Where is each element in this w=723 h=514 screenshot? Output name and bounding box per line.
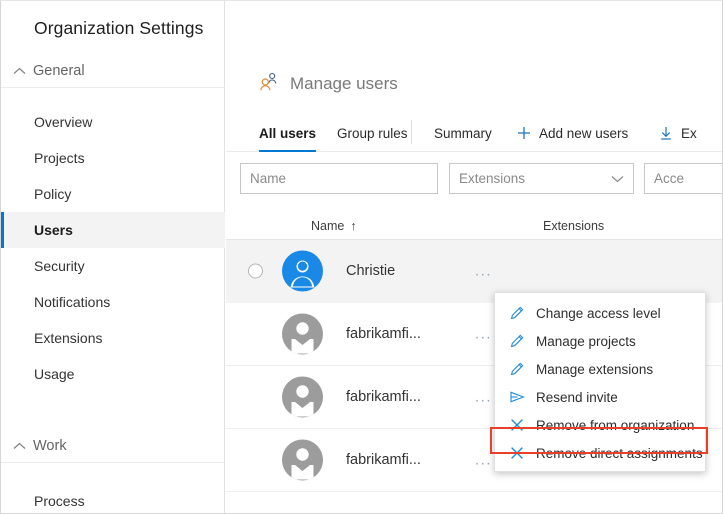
row-name: fabrikamfi... — [346, 389, 421, 405]
sidebar-item-security[interactable]: Security — [1, 248, 225, 284]
command-label: Add new users — [539, 126, 628, 141]
context-menu: Change access level Manage projects Mana… — [494, 292, 706, 472]
command-label: Summary — [434, 126, 492, 141]
plus-icon — [516, 126, 532, 140]
command-label: Ex — [681, 126, 697, 141]
row-name: fabrikamfi... — [346, 452, 421, 468]
sidebar: Organization Settings General Overview P… — [1, 1, 225, 514]
sidebar-item-label: Projects — [34, 150, 85, 166]
sidebar-item-label: Usage — [34, 366, 74, 382]
close-x-icon — [509, 418, 525, 432]
sidebar-item-notifications[interactable]: Notifications — [1, 284, 225, 320]
column-header-name[interactable]: Name ↑ — [311, 212, 357, 240]
sidebar-group-work[interactable]: Work — [1, 429, 225, 463]
sidebar-item-usage[interactable]: Usage — [1, 356, 225, 392]
menu-item-manage-extensions[interactable]: Manage extensions — [495, 355, 705, 383]
sidebar-item-label: Users — [34, 222, 73, 238]
toolbar-divider — [411, 120, 412, 144]
sidebar-item-policy[interactable]: Policy — [1, 176, 225, 212]
sidebar-item-overview[interactable]: Overview — [1, 104, 225, 140]
sidebar-item-label: Overview — [34, 114, 92, 130]
menu-item-resend-invite[interactable]: Resend invite — [495, 383, 705, 411]
sidebar-item-label: Process — [34, 493, 85, 509]
sidebar-item-users[interactable]: Users — [1, 212, 225, 248]
menu-item-manage-projects[interactable]: Manage projects — [495, 327, 705, 355]
tab-label: Group rules — [337, 126, 408, 141]
row-more-actions[interactable]: ... — [475, 452, 492, 469]
page-title: Organization Settings — [34, 18, 203, 39]
menu-item-label: Change access level — [536, 306, 661, 321]
person-gray-icon — [282, 377, 323, 418]
sidebar-group-general[interactable]: General — [1, 54, 225, 88]
sidebar-item-projects[interactable]: Projects — [1, 140, 225, 176]
manage-users-title: Manage users — [290, 74, 398, 94]
menu-item-label: Manage extensions — [536, 362, 653, 377]
tab-group-rules[interactable]: Group rules — [337, 114, 408, 152]
extensions-filter-select[interactable]: Extensions — [449, 163, 634, 194]
row-more-actions[interactable]: ... — [475, 389, 492, 406]
tab-label: All users — [259, 126, 316, 141]
column-label: Name — [311, 219, 344, 233]
column-label: Extensions — [543, 219, 604, 233]
menu-item-label: Manage projects — [536, 334, 636, 349]
chevron-down-icon — [611, 175, 624, 183]
summary-button[interactable]: Summary — [434, 114, 492, 152]
row-name: fabrikamfi... — [346, 326, 421, 342]
pencil-icon — [509, 306, 525, 320]
search-input[interactable]: Name — [240, 163, 438, 194]
send-icon — [509, 391, 525, 403]
sidebar-item-process[interactable]: Process — [1, 483, 225, 514]
row-more-actions[interactable]: ... — [475, 263, 492, 280]
sidebar-item-label: Policy — [34, 186, 71, 202]
close-x-icon — [509, 446, 525, 460]
menu-item-remove-direct-assignments[interactable]: Remove direct assignments — [495, 439, 705, 467]
filter-bar: Name Extensions Acce — [226, 163, 723, 199]
app-window: Organization Settings General Overview P… — [0, 0, 723, 514]
sidebar-group-label: Work — [33, 438, 67, 454]
pencil-icon — [509, 362, 525, 376]
search-input-placeholder: Name — [250, 171, 286, 186]
chevron-up-icon — [1, 442, 33, 450]
sidebar-item-extensions[interactable]: Extensions — [1, 320, 225, 356]
sidebar-group-label: General — [33, 63, 85, 79]
export-button[interactable]: Ex — [658, 114, 697, 152]
sidebar-item-label: Extensions — [34, 330, 102, 346]
row-more-actions[interactable]: ... — [475, 326, 492, 343]
row-name: Christie — [346, 263, 395, 279]
toolbar: All users Group rules Summary Add new us… — [226, 114, 723, 152]
sidebar-item-label: Security — [34, 258, 85, 274]
people-icon — [259, 71, 279, 96]
row-radio[interactable] — [248, 264, 263, 279]
add-new-users-button[interactable]: Add new users — [516, 114, 628, 152]
manage-users-heading: Manage users — [259, 71, 398, 96]
sidebar-item-label: Notifications — [34, 294, 110, 310]
access-level-filter-select[interactable]: Acce — [644, 163, 723, 194]
table-header: Name ↑ Extensions — [226, 212, 723, 240]
menu-item-label: Remove from organization — [536, 418, 694, 433]
access-level-filter-value: Acce — [654, 171, 684, 186]
menu-item-label: Resend invite — [536, 390, 618, 405]
menu-item-change-access-level[interactable]: Change access level — [495, 299, 705, 327]
sort-ascending-icon: ↑ — [350, 219, 356, 233]
column-header-extensions[interactable]: Extensions — [543, 212, 604, 240]
download-icon — [658, 126, 674, 141]
tab-all-users[interactable]: All users — [259, 114, 316, 152]
chevron-up-icon — [1, 67, 33, 75]
person-blue-icon — [282, 251, 323, 292]
pencil-icon — [509, 334, 525, 348]
person-gray-icon — [282, 440, 323, 481]
person-gray-icon — [282, 314, 323, 355]
menu-item-remove-from-organization[interactable]: Remove from organization — [495, 411, 705, 439]
extensions-filter-value: Extensions — [459, 171, 525, 186]
menu-item-label: Remove direct assignments — [536, 446, 703, 461]
